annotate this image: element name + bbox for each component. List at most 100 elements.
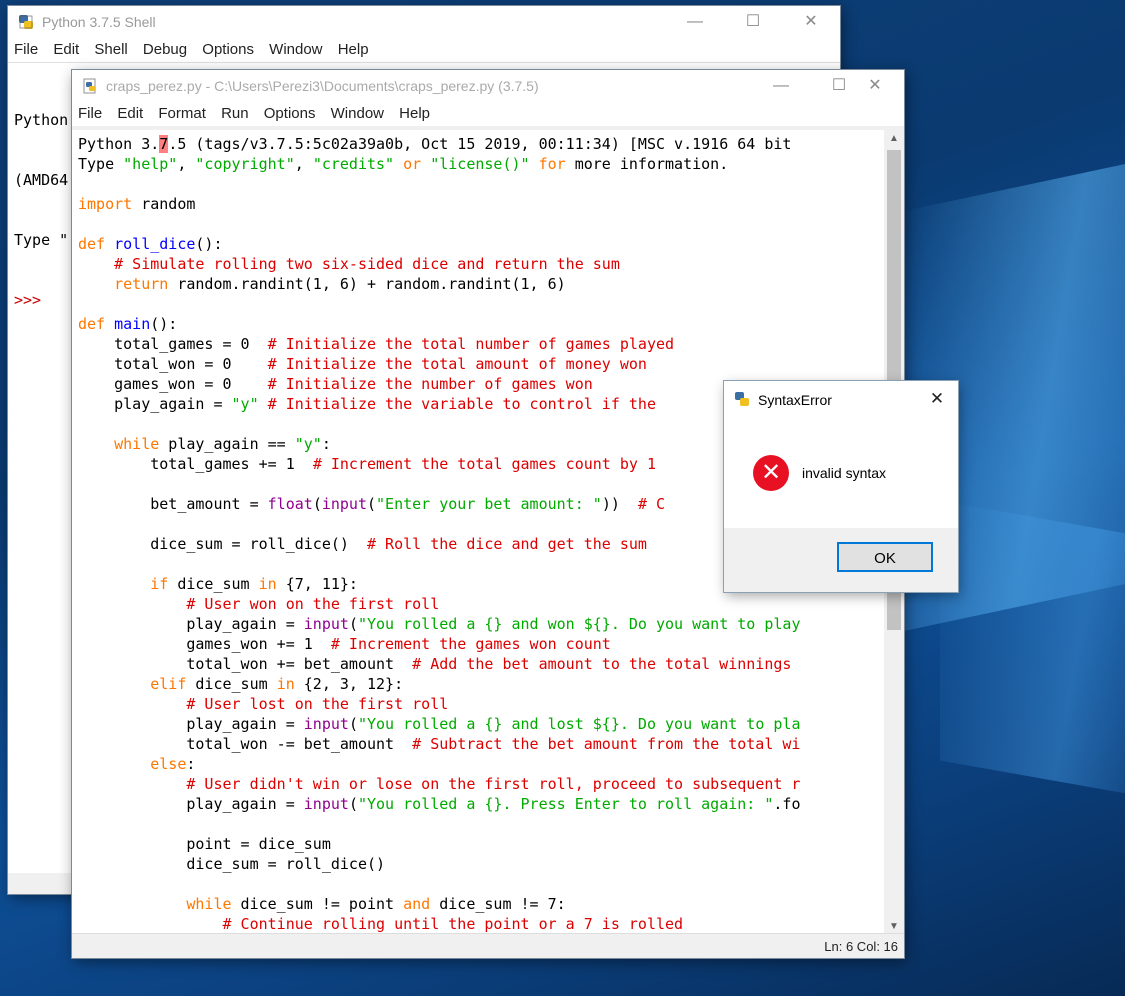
menu-run[interactable]: Run bbox=[215, 102, 254, 122]
menu-options[interactable]: Options bbox=[196, 38, 259, 58]
menu-edit[interactable]: Edit bbox=[47, 38, 84, 58]
dialog-title: SyntaxError bbox=[758, 392, 832, 408]
menu-format[interactable]: Format bbox=[152, 102, 211, 122]
shell-titlebar[interactable]: Python 3.7.5 Shell — ☐ ✕ bbox=[8, 6, 840, 38]
editor-menubar: File Edit Format Run Options Window Help bbox=[72, 102, 904, 126]
menu-help[interactable]: Help bbox=[393, 102, 435, 122]
minimize-button[interactable]: — bbox=[758, 70, 804, 102]
code-token: total_won -= bet_amount bbox=[78, 735, 413, 753]
python-icon bbox=[19, 15, 33, 29]
editor-title: craps_perez.py - C:\Users\Perezi3\Docume… bbox=[106, 78, 539, 94]
code-line: # Simulate rolling two six-sided dice an… bbox=[78, 254, 800, 274]
code-token: # C bbox=[637, 495, 666, 513]
code-line: # Continue rolling until the point or a … bbox=[78, 914, 800, 934]
code-token: input bbox=[303, 715, 349, 733]
code-line: while dice_sum != point and dice_sum != … bbox=[78, 894, 800, 914]
scroll-up-icon[interactable]: ▲ bbox=[884, 130, 904, 148]
dialog-close-button[interactable]: ✕ bbox=[922, 385, 952, 413]
shell-prompt: >>> bbox=[14, 291, 42, 309]
wallpaper-light-beam bbox=[940, 500, 1125, 800]
code-token: play_again = bbox=[78, 615, 304, 633]
code-token: "help" bbox=[123, 155, 178, 173]
code-line: def main(): bbox=[78, 314, 800, 334]
menu-shell[interactable]: Shell bbox=[88, 38, 132, 58]
code-token: # Initialize the variable to control if … bbox=[267, 395, 656, 413]
code-line: play_again = input("You rolled a {} and … bbox=[78, 714, 800, 734]
code-token: random bbox=[132, 195, 196, 213]
code-token: play_again = bbox=[78, 395, 232, 413]
code-line: import random bbox=[78, 194, 800, 214]
code-token: # Initialize the number of games won bbox=[267, 375, 593, 393]
code-line: total_games += 1 # Increment the total g… bbox=[78, 454, 800, 474]
code-token: "credits" bbox=[312, 155, 395, 173]
shell-output: Python (AMD64 Type " >>> bbox=[14, 70, 78, 350]
code-token: input bbox=[303, 795, 349, 813]
menu-window[interactable]: Window bbox=[325, 102, 389, 122]
menu-file[interactable]: File bbox=[8, 38, 43, 58]
code-line: play_again = input("You rolled a {} and … bbox=[78, 614, 800, 634]
code-line: games_won = 0 # Initialize the number of… bbox=[78, 374, 800, 394]
code-token: total_games += 1 bbox=[78, 455, 313, 473]
code-token: if bbox=[150, 575, 169, 593]
menu-edit[interactable]: Edit bbox=[111, 102, 148, 122]
python-icon bbox=[735, 392, 749, 406]
code-line: if dice_sum in {7, 11}: bbox=[78, 574, 800, 594]
code-token: "Enter your bet amount: " bbox=[376, 495, 602, 513]
code-token: elif bbox=[150, 675, 187, 693]
menu-debug[interactable]: Debug bbox=[137, 38, 192, 58]
code-token: more information. bbox=[574, 155, 729, 173]
code-token: # Simulate rolling two six-sided dice an… bbox=[114, 255, 620, 273]
menu-options[interactable]: Options bbox=[258, 102, 321, 122]
dialog-message: invalid syntax bbox=[802, 465, 887, 481]
code-line: dice_sum = roll_dice() # Roll the dice a… bbox=[78, 534, 800, 554]
code-token: # Initialize the total amount of money w… bbox=[267, 355, 647, 373]
code-token: dice_sum != 7: bbox=[430, 895, 566, 913]
code-token: roll_dice bbox=[114, 235, 196, 253]
code-token: point = dice_sum bbox=[78, 835, 331, 853]
menu-file[interactable]: File bbox=[72, 102, 107, 122]
code-text: Python 3.7.5 (tags/v3.7.5:5c02a39a0b, Oc… bbox=[78, 134, 800, 934]
code-token: def bbox=[78, 235, 106, 253]
code-token: ( bbox=[348, 615, 358, 633]
code-token: and bbox=[403, 895, 431, 913]
code-token: dice_sum bbox=[186, 675, 277, 693]
code-token: dice_sum != point bbox=[231, 895, 404, 913]
code-token: "copyright" bbox=[195, 155, 295, 173]
code-token: while bbox=[186, 895, 232, 913]
ok-button[interactable]: OK bbox=[837, 542, 933, 572]
code-token: games_won += 1 bbox=[78, 635, 331, 653]
code-token: play_again = bbox=[78, 715, 304, 733]
minimize-button[interactable]: — bbox=[672, 6, 718, 38]
shell-line: Python bbox=[14, 111, 69, 129]
close-button[interactable]: ✕ bbox=[788, 6, 834, 38]
code-token: )) bbox=[601, 495, 638, 513]
code-token: "You rolled a {}. Press Enter to roll ag… bbox=[357, 795, 774, 813]
code-line: play_again = "y" # Initialize the variab… bbox=[78, 394, 800, 414]
code-token: # Increment the games won count bbox=[330, 635, 611, 653]
code-token: # User didn't win or lose on the first r… bbox=[186, 775, 801, 793]
code-token: return bbox=[114, 275, 169, 293]
menu-window[interactable]: Window bbox=[263, 38, 327, 58]
menu-help[interactable]: Help bbox=[332, 38, 374, 58]
close-button[interactable]: ✕ bbox=[852, 70, 898, 102]
code-token: "y" bbox=[231, 395, 259, 413]
editor-titlebar[interactable]: craps_perez.py - C:\Users\Perezi3\Docume… bbox=[72, 70, 904, 102]
maximize-button[interactable]: ☐ bbox=[730, 6, 776, 38]
code-token: ( bbox=[348, 795, 358, 813]
code-line: # User lost on the first roll bbox=[78, 694, 800, 714]
code-line: point = dice_sum bbox=[78, 834, 800, 854]
syntax-error-dialog[interactable]: SyntaxError ✕ ✕ invalid syntax OK bbox=[724, 381, 958, 592]
code-line: # User didn't win or lose on the first r… bbox=[78, 774, 800, 794]
